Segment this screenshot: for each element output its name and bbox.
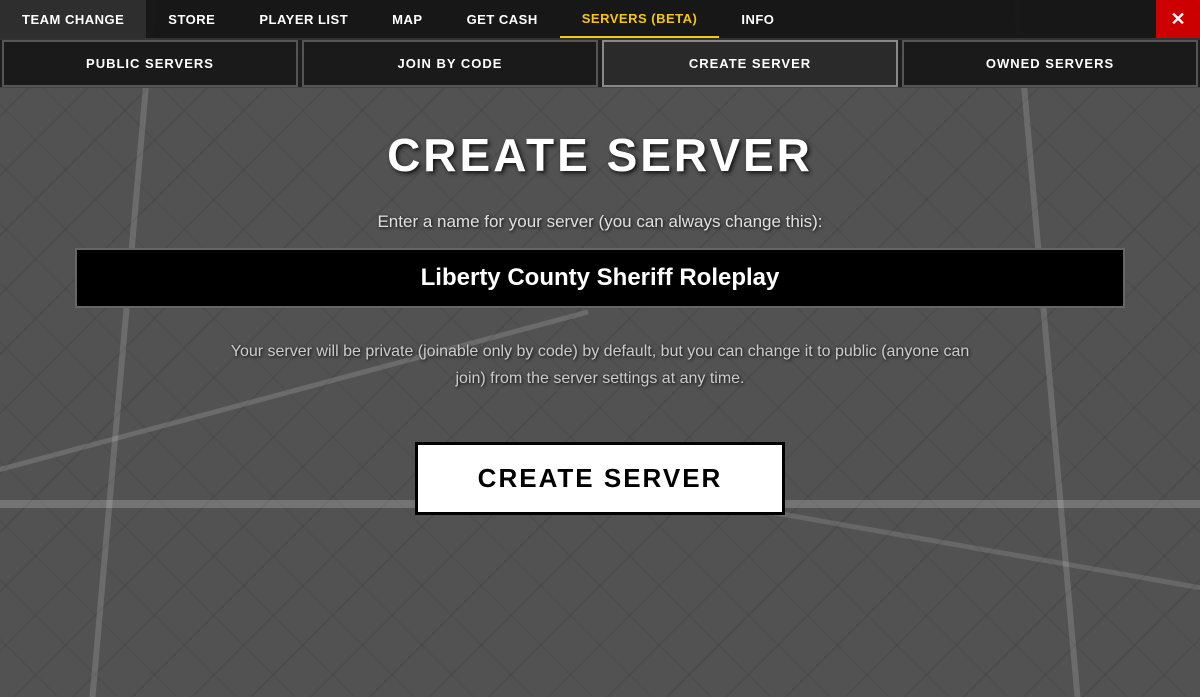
close-button[interactable]: ✕ (1156, 0, 1200, 38)
tab-public-servers[interactable]: PUBLIC SERVERS (2, 40, 298, 87)
topnav-item-servers[interactable]: SERVERS (BETA) (560, 0, 720, 38)
page-title: CREATE SERVER (387, 128, 813, 182)
main-content: CREATE SERVER Enter a name for your serv… (0, 88, 1200, 555)
tab-join-by-code[interactable]: JOIN BY CODE (302, 40, 598, 87)
topnav-item-info[interactable]: INFO (719, 0, 796, 38)
topnav-item-player-list[interactable]: PLAYER LIST (237, 0, 370, 38)
topnav-item-team-change[interactable]: TEAM CHANGE (0, 0, 146, 38)
tab-owned-servers[interactable]: OWNED SERVERS (902, 40, 1198, 87)
subtitle-text: Enter a name for your server (you can al… (377, 212, 822, 232)
privacy-info-text: Your server will be private (joinable on… (225, 338, 975, 392)
topnav-item-store[interactable]: STORE (146, 0, 237, 38)
top-navigation: TEAM CHANGE STORE PLAYER LIST MAP GET CA… (0, 0, 1200, 40)
tab-create-server[interactable]: CREATE SERVER (602, 40, 898, 87)
topnav-item-map[interactable]: MAP (370, 0, 444, 38)
server-name-input[interactable] (75, 248, 1125, 308)
create-server-button[interactable]: CREATE SERVER (415, 442, 786, 515)
topnav-item-get-cash[interactable]: GET CASH (445, 0, 560, 38)
sub-navigation: PUBLIC SERVERS JOIN BY CODE CREATE SERVE… (0, 40, 1200, 88)
